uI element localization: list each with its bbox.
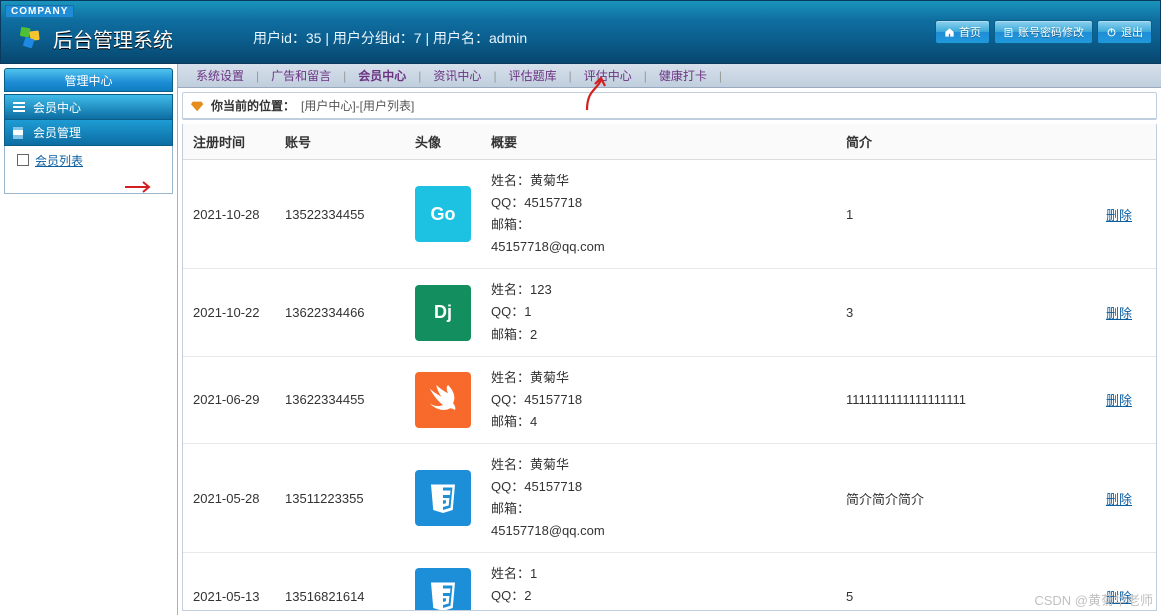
cell-reg-time: 2021-10-28 (183, 160, 275, 269)
tab-2[interactable]: 会员中心 (350, 67, 414, 84)
col-avatar: 头像 (405, 124, 481, 160)
avatar-icon (415, 568, 471, 611)
location-icon (191, 99, 205, 113)
cell-intro: 3 (836, 269, 1096, 356)
table-row: 2021-10-2813522334455Go姓名：黄菊华QQ：45157718… (183, 160, 1156, 269)
content-area: 系统设置 | 广告和留言 | 会员中心 | 资讯中心 | 评估题库 | 评估中心… (178, 64, 1161, 615)
tab-separator: | (719, 69, 722, 83)
delete-link[interactable]: 删除 (1106, 306, 1132, 321)
table-row: 2021-10-2213622334466Dj姓名：123QQ：1邮箱：23 删除 (183, 269, 1156, 356)
app-title-group: 后台管理系统 (17, 24, 173, 53)
tab-5[interactable]: 评估中心 (576, 67, 640, 84)
cell-avatar (405, 356, 481, 443)
sidebar: 管理中心 会员中心 会员管理 会员列表 (0, 64, 178, 615)
cell-account: 13622334466 (275, 269, 405, 356)
tab-4[interactable]: 评估题库 (501, 67, 565, 84)
col-action (1096, 124, 1156, 160)
cell-reg-time: 2021-10-22 (183, 269, 275, 356)
cell-summary: 姓名：黄菊华QQ：45157718邮箱：4 (481, 356, 836, 443)
sidebar-sub-member-mgmt[interactable]: 会员管理 (4, 120, 173, 146)
cell-avatar: Dj (405, 269, 481, 356)
company-tag: COMPANY (5, 5, 74, 18)
cell-avatar (405, 553, 481, 611)
col-summary: 概要 (481, 124, 836, 160)
delete-link[interactable]: 删除 (1106, 393, 1132, 408)
sidebar-leaf-member-list[interactable]: 会员列表 (5, 146, 172, 175)
cell-reg-time: 2021-06-29 (183, 356, 275, 443)
col-intro: 简介 (836, 124, 1096, 160)
avatar-icon (415, 372, 471, 428)
table-row: 2021-05-2813511223355 姓名：黄菊华QQ：45157718邮箱… (183, 443, 1156, 552)
breadcrumb-path: [用户中心]-[用户列表] (301, 97, 414, 114)
tab-separator: | (644, 69, 647, 83)
cell-intro: 1 (836, 160, 1096, 269)
sidebar-category-members[interactable]: 会员中心 (4, 94, 173, 120)
tab-0[interactable]: 系统设置 (188, 67, 252, 84)
avatar-icon: Dj (415, 285, 471, 341)
cell-intro: 1111111111111111111 (836, 356, 1096, 443)
table-row: 2021-05-1313516821614 姓名：1QQ：2邮箱：35 删除 (183, 553, 1156, 611)
sidebar-link-member-list[interactable]: 会员列表 (35, 154, 83, 168)
cell-reg-time: 2021-05-13 (183, 553, 275, 611)
tab-separator: | (343, 69, 346, 83)
cell-action: 删除 (1096, 443, 1156, 552)
cell-account: 13511223355 (275, 443, 405, 552)
breadcrumb: 你当前的位置： [用户中心]-[用户列表] (183, 93, 1156, 119)
cell-intro: 5 (836, 553, 1096, 611)
logout-button[interactable]: 退出 (1097, 20, 1152, 44)
change-password-button[interactable]: 账号密码修改 (994, 20, 1093, 44)
cell-summary: 姓名：123QQ：1邮箱：2 (481, 269, 836, 356)
cell-avatar (405, 443, 481, 552)
cell-reg-time: 2021-05-28 (183, 443, 275, 552)
sidebar-highlight-arrow-icon (125, 181, 155, 193)
cell-account: 13516821614 (275, 553, 405, 611)
top-bar: COMPANY 后台管理系统 用户id：35 | 用户分组id：7 | 用户名：… (0, 0, 1161, 64)
col-reg-time: 注册时间 (183, 124, 275, 160)
cell-action: 删除 (1096, 160, 1156, 269)
tab-separator: | (493, 69, 496, 83)
delete-link[interactable]: 删除 (1106, 590, 1132, 605)
tab-6[interactable]: 健康打卡 (651, 67, 715, 84)
delete-link[interactable]: 删除 (1106, 208, 1132, 223)
cell-account: 13522334455 (275, 160, 405, 269)
cell-summary: 姓名：1QQ：2邮箱：3 (481, 553, 836, 611)
tab-separator: | (418, 69, 421, 83)
sidebar-title: 管理中心 (4, 68, 173, 92)
cell-avatar: Go (405, 160, 481, 269)
top-actions: 首页 账号密码修改 退出 (935, 20, 1152, 44)
sidebar-box: 会员中心 会员管理 会员列表 (4, 94, 173, 194)
avatar-icon: Go (415, 186, 471, 242)
home-button[interactable]: 首页 (935, 20, 990, 44)
tab-separator: | (569, 69, 572, 83)
cell-summary: 姓名：黄菊华QQ：45157718邮箱：45157718@qq.com (481, 160, 836, 269)
tab-1[interactable]: 广告和留言 (263, 67, 339, 84)
tab-3[interactable]: 资讯中心 (425, 67, 489, 84)
cell-summary: 姓名：黄菊华QQ：45157718邮箱：45157718@qq.com (481, 443, 836, 552)
cell-intro: 简介简介简介 (836, 443, 1096, 552)
delete-link[interactable]: 删除 (1106, 492, 1132, 507)
table-wrap: 注册时间 账号 头像 概要 简介 2021-10-2813522334455Go… (182, 124, 1157, 611)
col-account: 账号 (275, 124, 405, 160)
cell-account: 13622334455 (275, 356, 405, 443)
member-table: 注册时间 账号 头像 概要 简介 2021-10-2813522334455Go… (183, 124, 1156, 611)
cell-action: 删除 (1096, 269, 1156, 356)
logo-icon (17, 24, 45, 52)
cell-action: 删除 (1096, 356, 1156, 443)
tab-bar: 系统设置 | 广告和留言 | 会员中心 | 资讯中心 | 评估题库 | 评估中心… (178, 64, 1161, 88)
cell-action: 删除 (1096, 553, 1156, 611)
tab-separator: | (256, 69, 259, 83)
avatar-icon (415, 470, 471, 526)
table-row: 2021-06-2913622334455 姓名：黄菊华QQ：45157718邮箱… (183, 356, 1156, 443)
breadcrumb-label: 你当前的位置： (211, 97, 295, 114)
app-title: 后台管理系统 (53, 24, 173, 53)
session-info: 用户id：35 | 用户分组id：7 | 用户名：admin (253, 28, 527, 48)
